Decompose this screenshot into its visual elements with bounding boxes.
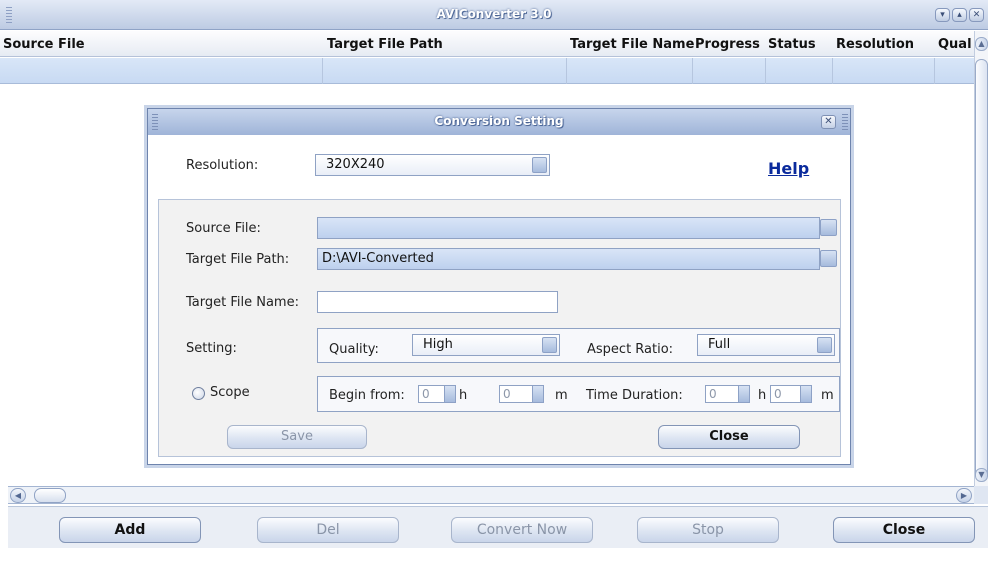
settings-panel: Source File: Target File Path: D:\AVI-Co… [158, 199, 841, 457]
column-resolution[interactable]: Resolution [836, 37, 931, 52]
hours-unit: h [758, 388, 767, 403]
table-header: Source File Target File Path Target File… [0, 31, 974, 57]
target-file-name-field[interactable] [317, 291, 558, 313]
column-target-file-path[interactable]: Target File Path [327, 37, 557, 52]
quality-value: High [423, 337, 453, 352]
aspect-ratio-select[interactable]: Full [697, 334, 835, 356]
setting-group: Quality: High Aspect Ratio: Full [317, 328, 840, 363]
dialog-grip [842, 114, 848, 130]
cell-separator [692, 58, 693, 84]
spinner-arrows-icon[interactable] [532, 385, 544, 403]
setting-label: Setting: [186, 341, 237, 356]
cell-separator [566, 58, 567, 84]
duration-minutes-spinner[interactable]: 0 [770, 385, 812, 403]
source-file-label: Source File: [186, 221, 261, 236]
source-file-field[interactable] [317, 217, 820, 239]
cell-separator [765, 58, 766, 84]
target-file-path-label: Target File Path: [186, 252, 290, 267]
minutes-unit: m [821, 388, 834, 403]
aspect-ratio-label: Aspect Ratio: [587, 342, 674, 357]
help-link[interactable]: Help [768, 159, 809, 178]
maximize-icon[interactable]: ▴ [952, 8, 967, 22]
spinner-arrows-icon[interactable] [738, 385, 750, 403]
window-titlebar[interactable]: AVIConverter 3.0 ▾ ▴ ✕ [0, 0, 988, 30]
resolution-value: 320X240 [326, 157, 385, 172]
scope-radio[interactable] [192, 387, 205, 400]
column-quality[interactable]: Qual [938, 37, 974, 52]
table-row[interactable] [0, 58, 974, 84]
vertical-scrollbar[interactable]: ▲ ▼ [974, 31, 988, 486]
convert-now-button[interactable]: Convert Now [451, 517, 593, 543]
dialog-close-button[interactable]: Close [658, 425, 800, 449]
begin-hours-value: 0 [422, 387, 430, 401]
duration-minutes-value: 0 [774, 387, 782, 401]
cell-separator [934, 58, 935, 84]
begin-hours-spinner[interactable]: 0 [418, 385, 456, 403]
resize-grip[interactable] [974, 486, 988, 504]
dialog-close-icon[interactable]: ✕ [821, 115, 836, 129]
close-icon[interactable]: ✕ [969, 8, 984, 22]
minimize-icon[interactable]: ▾ [935, 8, 950, 22]
column-target-file-name[interactable]: Target File Name [570, 37, 695, 52]
duration-hours-spinner[interactable]: 0 [705, 385, 750, 403]
column-progress[interactable]: Progress [695, 37, 765, 52]
save-button[interactable]: Save [227, 425, 367, 449]
begin-from-label: Begin from: [329, 388, 405, 403]
target-file-name-label: Target File Name: [186, 295, 299, 310]
stop-button[interactable]: Stop [637, 517, 779, 543]
duration-hours-value: 0 [709, 387, 717, 401]
horizontal-scroll-thumb[interactable] [34, 488, 66, 503]
browse-source-icon[interactable] [820, 219, 837, 236]
target-file-path-field[interactable]: D:\AVI-Converted [317, 248, 820, 270]
vertical-scroll-thumb[interactable] [975, 59, 988, 479]
close-button[interactable]: Close [833, 517, 975, 543]
window-controls: ▾ ▴ ✕ [935, 8, 984, 22]
aspect-ratio-value: Full [708, 337, 731, 352]
quality-select[interactable]: High [412, 334, 560, 356]
hours-unit: h [459, 388, 468, 403]
scroll-left-icon[interactable]: ◀ [10, 488, 26, 503]
minutes-unit: m [555, 388, 568, 403]
time-duration-label: Time Duration: [586, 388, 683, 403]
begin-minutes-spinner[interactable]: 0 [499, 385, 544, 403]
scroll-up-icon[interactable]: ▲ [975, 37, 988, 51]
resolution-select[interactable]: 320X240 [315, 154, 550, 176]
scope-label: Scope [210, 385, 250, 400]
cell-separator [322, 58, 323, 84]
chevron-down-icon[interactable] [542, 337, 557, 353]
scroll-right-icon[interactable]: ▶ [956, 488, 972, 503]
spinner-arrows-icon[interactable] [800, 385, 812, 403]
resolution-label: Resolution: [186, 158, 259, 173]
del-button[interactable]: Del [257, 517, 399, 543]
add-button[interactable]: Add [59, 517, 201, 543]
scroll-down-icon[interactable]: ▼ [975, 468, 988, 482]
scope-group: Begin from: 0 h 0 m Time Duration: 0 h 0… [317, 376, 840, 412]
browse-target-path-icon[interactable] [820, 250, 837, 267]
cell-separator [832, 58, 833, 84]
dialog-title: Conversion Setting [434, 114, 564, 128]
window-title: AVIConverter 3.0 [436, 7, 552, 21]
bottom-toolbar: Add Del Convert Now Stop Close [8, 506, 988, 548]
column-source-file[interactable]: Source File [3, 37, 303, 52]
chevron-down-icon[interactable] [817, 337, 832, 353]
chevron-down-icon[interactable] [532, 157, 547, 173]
dialog-titlebar[interactable]: Conversion Setting ✕ [148, 109, 850, 135]
quality-label: Quality: [329, 342, 379, 357]
spinner-arrows-icon[interactable] [444, 385, 456, 403]
conversion-setting-dialog: Conversion Setting ✕ Resolution: 320X240… [147, 108, 851, 465]
begin-minutes-value: 0 [503, 387, 511, 401]
column-status[interactable]: Status [768, 37, 823, 52]
horizontal-scrollbar[interactable]: ◀ ▶ [8, 486, 974, 504]
